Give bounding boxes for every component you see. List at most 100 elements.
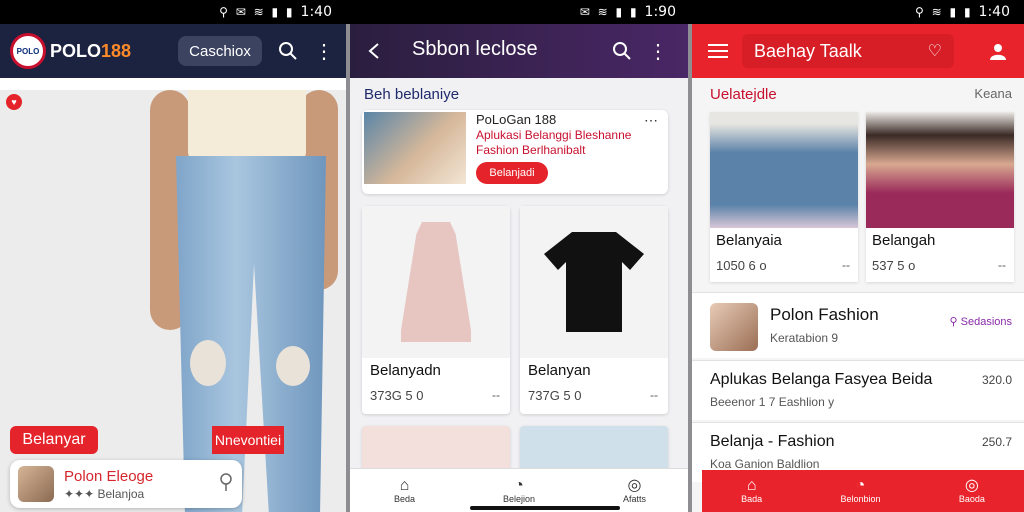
nav-label: Baoda [958,494,985,504]
product-price: 737G 5 0 [528,388,582,403]
logo-number: 188 [101,40,132,61]
logo-text: POLO188 [50,41,131,62]
product-price: 537 5 o [872,258,916,273]
status-icons: ✉ ≋ ▮ ▮ [579,5,639,19]
logo-word: POLO [50,40,102,61]
product-name: Belanyaia [716,232,782,249]
store-name: Polon Fashion [770,305,879,324]
list-item-price: 250.7 [981,435,1012,449]
jeans-product [176,156,326,512]
product-more[interactable]: -- [842,258,850,272]
home-indicator[interactable] [470,506,620,510]
list-item[interactable]: Aplukas Belanga Fasyea Beida Beeenor 1 7… [692,360,1024,420]
nav-home[interactable]: ⌂ Bada [741,477,763,505]
section-title: Uelatejdle [710,86,777,103]
logo-badge: POLO [10,33,46,69]
product-card[interactable]: Belanyaia 1050 6 o -- [710,112,858,282]
store-mini-card[interactable]: Polon Eleoge ✦✦✦ Belanjoa [10,460,242,508]
store-mini-text: Polon Eleoge ✦✦✦ Belanjoa [64,468,218,501]
store-avatar [18,466,54,502]
nav-orders[interactable]: ◔ Belejion [503,476,535,504]
search-input[interactable]: Baehay Taalk ♡ [742,34,954,68]
product-more[interactable]: -- [650,388,658,402]
favorite-badge[interactable]: ♥ [6,94,22,110]
product-card[interactable]: Belanyan 737G 5 0 -- [520,206,668,414]
home-icon: ⌂ [746,477,757,494]
nav-label: Bada [741,494,763,504]
jeans-rip-right [276,346,310,386]
promo-line-2: Aplukasi Belanggi Bleshanne [476,128,632,142]
promo-card[interactable]: PoLoGan 188 Aplukasi Belanggi Bleshanne … [362,110,668,194]
tee-shape [544,232,644,332]
page-title: Sbbon leclose [412,38,538,60]
store-avatar [710,303,758,351]
screen-home: ⚲ ✉ ≋ ▮ ▮ 1:40 POLO POLO188 Caschiox ⋮ ♥… [0,0,346,512]
nav-account[interactable]: ◎ Baoda [958,477,985,505]
promo-image [364,112,466,184]
home-icon: ⌂ [399,476,410,494]
store-row[interactable]: Polon Fashion Keratabion 9 ⚲ Sedasions [692,292,1024,358]
search-text: Baehay Taalk [754,40,862,61]
product-image-magenta-top [866,112,1014,228]
more-horiz-icon[interactable]: ⋯ [644,112,658,129]
status-time: 1:40 [300,4,332,20]
product-name: Belanyan [528,362,591,379]
search-icon[interactable] [276,39,300,63]
bag-icon: ◔ [514,476,524,494]
model-top [188,90,306,162]
product-more[interactable]: -- [998,258,1006,272]
status-bar: ⚲ ≋ ▮ ▮ 1:40 [692,0,1024,24]
nav-label: Belonbion [840,494,881,504]
nav-orders[interactable]: ◔ Belonbion [840,477,881,505]
list-item-sub: Beeenor 1 7 Eashlion y [710,395,835,409]
list-item-title: Aplukas Belanga Fasyea Beida [710,371,933,388]
store-badge[interactable]: ⚲ Sedasions [950,315,1012,328]
list-item-sub: Koa Ganion Baldlion [710,457,820,471]
profile-icon[interactable] [986,39,1010,63]
store-mini-sub: ✦✦✦ Belanjoa [64,486,145,501]
nav-home[interactable]: ⌂ Beda [393,476,416,504]
more-vert-icon[interactable]: ⋮ [646,39,670,63]
store-mini-title: Polon Eleoge [64,467,154,485]
promo-title: PoLoGan 188 [476,112,557,127]
product-price: 373G 5 0 [370,388,424,403]
product-more[interactable]: -- [492,388,500,402]
buy-button[interactable]: Belanyar [10,426,98,454]
new-tag-button[interactable]: Nnevontiei [212,426,284,454]
status-time: 1:40 [978,4,1010,20]
product-image-denim-shirt [710,112,858,228]
pin-icon[interactable] [218,472,234,497]
section-more-link[interactable]: Keana [974,86,1012,101]
dress-shape [401,222,471,342]
nav-account[interactable]: ◎ Afatts [622,477,646,504]
bag-icon: ◔ [855,477,866,494]
product-image-tee [520,206,668,358]
app-bar: Baehay Taalk ♡ [692,24,1024,78]
bottom-nav: ⌂ Bada ◔ Belonbion ◎ Baoda [702,470,1024,512]
status-bar: ⚲ ✉ ≋ ▮ ▮ 1:40 [0,0,346,24]
screen-list: ⚲ ≋ ▮ ▮ 1:40 Baehay Taalk ♡ Uelatejdle K… [692,0,1024,512]
list-item-price: 320.0 [981,373,1012,387]
product-card[interactable]: Belangah 537 5 o -- [866,112,1014,282]
back-icon[interactable] [362,39,386,63]
category-chip[interactable]: Caschiox [178,36,262,66]
status-bar: ✉ ≋ ▮ ▮ 1:90 [350,0,690,24]
status-icons: ⚲ ≋ ▮ ▮ [915,5,973,19]
status-time: 1:90 [644,4,676,20]
promo-button[interactable]: Belanjadi [476,162,548,184]
account-icon: ◎ [964,477,979,494]
list-item-title: Belanja - Fashion [710,433,835,450]
product-price: 1050 6 o [716,258,767,273]
hero-product-image[interactable]: ♥ Belanyar Nnevontiei [0,90,346,512]
screen-category: ✉ ≋ ▮ ▮ 1:90 Sbbon leclose ⋮ Beh beblani… [350,0,690,512]
nav-label: Beda [393,493,416,504]
nav-label: Afatts [622,493,646,504]
app-logo[interactable]: POLO POLO188 [10,33,131,69]
search-icon[interactable] [610,39,634,63]
more-vert-icon[interactable]: ⋮ [312,39,336,63]
store-subtitle: Keratabion 9 [770,331,839,345]
menu-icon[interactable] [706,39,730,63]
heart-icon[interactable]: ♡ [928,41,942,61]
app-bar: Sbbon leclose ⋮ [350,24,690,78]
product-card[interactable]: Belanyadn 373G 5 0 -- [362,206,510,414]
